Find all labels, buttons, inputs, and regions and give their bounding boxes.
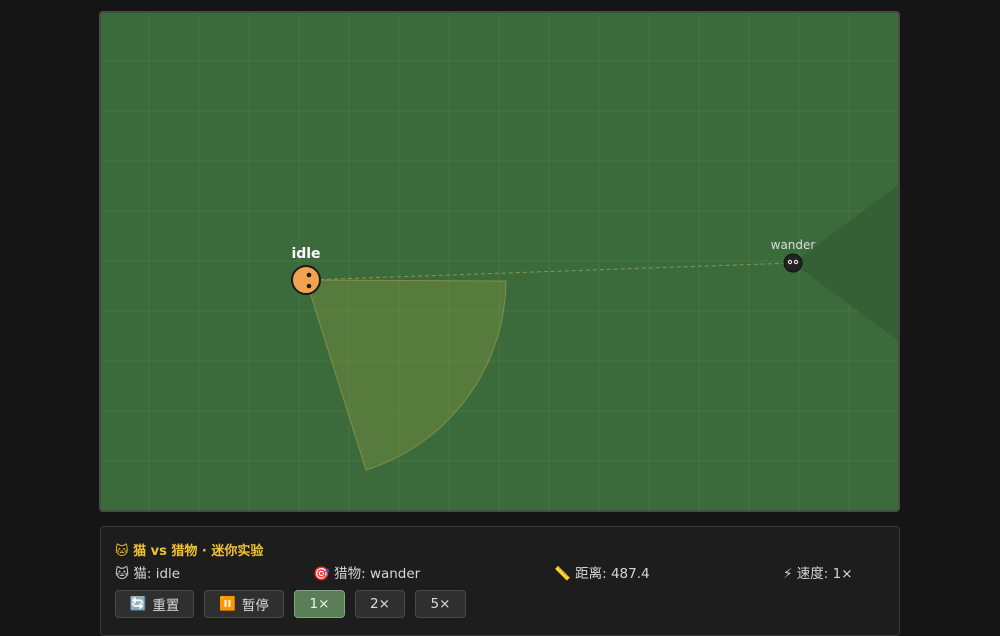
speed-1x-button[interactable]: 1×	[294, 590, 345, 618]
cat-status: 🐱 猫: idle	[115, 566, 181, 582]
pause-label: 暂停	[241, 598, 269, 614]
reset-label: 重置	[152, 598, 180, 614]
cat-state-label: idle	[291, 246, 320, 262]
control-panel: 🐱 猫 vs 猎物 · 迷你实验 🐱 猫: idle 🎯 猎物: wander …	[100, 526, 900, 636]
prey-sprite	[783, 253, 803, 273]
prey-vision-cone	[793, 185, 898, 341]
cat-vision-cone	[305, 279, 507, 471]
pause-icon: ⏸️	[219, 596, 236, 612]
reset-button[interactable]: 🔄 重置	[115, 590, 194, 618]
reset-icon: 🔄	[129, 596, 147, 612]
grid-lines	[101, 13, 898, 510]
cat-eye	[306, 283, 312, 289]
prey-status: 🎯 猎物: wander	[313, 566, 421, 582]
speed-5x-button[interactable]: 5×	[415, 590, 466, 618]
panel-title: 🐱 猫 vs 猎物 · 迷你实验	[115, 544, 264, 559]
prey-state-label: wander	[771, 238, 816, 252]
speed-2x-button[interactable]: 2×	[355, 590, 405, 618]
cat-eye	[306, 272, 312, 278]
pause-button[interactable]: ⏸️ 暂停	[204, 590, 284, 618]
arena-canvas: idle wander	[101, 13, 898, 510]
cat-sprite	[291, 265, 321, 295]
speed-readout: ⚡ 速度: 1×	[783, 566, 853, 582]
game-arena[interactable]: idle wander	[99, 11, 900, 512]
distance-readout: 📏 距离: 487.4	[554, 566, 650, 582]
